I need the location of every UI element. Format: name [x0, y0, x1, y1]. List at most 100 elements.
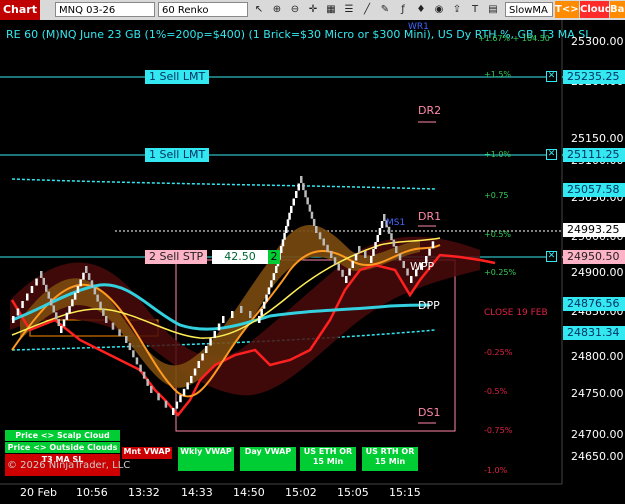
- renko-brick: [76, 286, 80, 293]
- crosshair-icon[interactable]: ✛: [306, 2, 320, 17]
- renko-brick: [193, 368, 197, 376]
- renko-brick: [300, 176, 303, 183]
- pct-label: -0.25%: [484, 348, 513, 357]
- time-label: 15:05: [337, 486, 369, 499]
- pivot-ds1-label: DS1: [418, 406, 441, 419]
- renko-brick: [87, 273, 91, 281]
- renko-brick: [125, 336, 128, 343]
- cancel-order-icon[interactable]: ✕: [546, 251, 557, 262]
- sell-lmt-2-order[interactable]: 1 Sell LMT: [145, 148, 210, 162]
- renko-brick: [93, 287, 97, 295]
- renko-brick: [150, 386, 153, 393]
- renko-brick: [364, 251, 367, 258]
- renko-brick: [258, 316, 261, 323]
- indicators-icon[interactable]: ƒ: [396, 2, 410, 17]
- instrument-selector[interactable]: MNQ 03-26: [55, 2, 155, 17]
- time-label: 10:56: [76, 486, 108, 499]
- renko-brick: [295, 191, 298, 198]
- time-label: 20 Feb: [20, 486, 57, 499]
- price-tag-lmt1: 25235.25: [563, 70, 625, 84]
- cancel-order-icon[interactable]: ✕: [546, 71, 557, 82]
- renko-brick: [105, 316, 108, 323]
- renko-brick: [197, 361, 200, 368]
- renko-brick: [102, 308, 105, 316]
- text-icon[interactable]: T: [468, 2, 482, 17]
- price-axis-label: 24750.00: [571, 387, 624, 400]
- renko-brick: [286, 219, 290, 227]
- scalp-cloud-button[interactable]: Price <> Scalp Cloud: [5, 430, 120, 441]
- draw-line-icon[interactable]: ╱: [360, 2, 374, 17]
- pivot-wr1-label: WR1: [408, 22, 429, 32]
- renko-brick: [128, 343, 132, 351]
- renko-brick: [79, 279, 82, 287]
- indicator-selector[interactable]: SlowMA: [505, 2, 553, 17]
- chart-toolbar: Chart MNQ 03-26 60 Renko ↖ ⊕ ⊖ ✛ ▦ ☰ ╱ ✎…: [0, 0, 625, 20]
- prior-close-label: CLOSE 19 FEB: [484, 308, 548, 318]
- time-label: 14:50: [233, 486, 265, 499]
- price-tag-level-b: 24876.56: [563, 297, 625, 311]
- pointer-icon[interactable]: ↖: [252, 2, 266, 17]
- renko-brick: [376, 235, 379, 242]
- renko-brick: [285, 226, 288, 233]
- renko-brick: [132, 350, 135, 358]
- renko-brick: [267, 287, 271, 295]
- renko-brick: [402, 261, 405, 268]
- camera-icon[interactable]: ◉: [432, 2, 446, 17]
- sell-lmt-1-order[interactable]: 1 Sell LMT: [145, 70, 210, 84]
- renko-brick: [146, 378, 149, 386]
- cloud-button[interactable]: Cloud: [580, 1, 612, 18]
- upper-band-line: [11, 178, 436, 190]
- pct-label: -0.5%: [484, 387, 508, 396]
- chart-style-icon[interactable]: ▦: [324, 2, 338, 17]
- zoom-out-icon[interactable]: ⊖: [288, 2, 302, 17]
- renko-brick: [297, 183, 300, 191]
- bar-button[interactable]: Bar: [610, 1, 625, 18]
- renko-brick: [99, 301, 102, 309]
- renko-brick: [262, 301, 266, 309]
- stp-price-box[interactable]: 42.50: [212, 250, 268, 264]
- share-icon[interactable]: ⇪: [450, 2, 464, 17]
- pct-label: +0.25%: [484, 268, 517, 277]
- renko-brick: [118, 329, 121, 337]
- pct-label: +1.0%: [484, 150, 512, 159]
- renko-brick: [281, 239, 285, 247]
- renko-brick: [231, 311, 234, 318]
- outside-clouds-button[interactable]: Price <> Outside Clouds: [5, 442, 120, 453]
- renko-brick: [71, 299, 74, 307]
- pencil-icon[interactable]: ✎: [378, 2, 392, 17]
- time-label: 14:33: [181, 486, 213, 499]
- cancel-order-icon[interactable]: ✕: [546, 149, 557, 160]
- renko-brick: [40, 271, 43, 278]
- strategies-icon[interactable]: ♦: [414, 2, 428, 17]
- renko-brick: [139, 364, 142, 372]
- mnt-vwap-button[interactable]: Mnt VWAP: [122, 447, 172, 459]
- stp-qty-box[interactable]: 2: [268, 250, 280, 264]
- renko-brick: [395, 246, 398, 253]
- renko-brick: [372, 249, 375, 256]
- renko-brick: [265, 294, 268, 302]
- renko-brick: [354, 253, 358, 261]
- renko-brick: [283, 232, 286, 240]
- pct-top-label: +1.67% + 104.50: [478, 34, 550, 43]
- us-eth-or-button[interactable]: US ETH OR 15 Min: [300, 447, 356, 471]
- period-selector[interactable]: 60 Renko: [158, 2, 248, 17]
- properties-icon[interactable]: ☰: [342, 2, 356, 17]
- pct-label: +0.5%: [484, 230, 512, 239]
- sell-stp-order[interactable]: 2 Sell STP: [145, 250, 208, 264]
- us-rth-or-button[interactable]: US RTH OR 15 Min: [362, 447, 418, 471]
- price-tag-last: 24993.25: [563, 223, 625, 237]
- renko-brick: [302, 183, 305, 191]
- zoom-in-icon[interactable]: ⊕: [270, 2, 284, 17]
- renko-brick: [35, 278, 38, 286]
- pct-label: +0.75: [484, 191, 509, 200]
- renko-brick: [260, 308, 263, 316]
- chart-panel[interactable]: RE 60 (M)NQ June 23 GB (1%=200p=$400) (1…: [0, 20, 625, 504]
- grid-icon[interactable]: ▤: [486, 2, 500, 17]
- renko-brick: [55, 312, 58, 320]
- renko-brick: [213, 331, 216, 338]
- time-label: 13:32: [128, 486, 160, 499]
- tick-toggle-button[interactable]: T<>K: [555, 1, 586, 18]
- price-tag-lmt2: 25111.25: [563, 148, 625, 162]
- day-vwap-button[interactable]: Day VWAP: [240, 447, 296, 471]
- wkly-vwap-button[interactable]: Wkly VWAP: [178, 447, 234, 471]
